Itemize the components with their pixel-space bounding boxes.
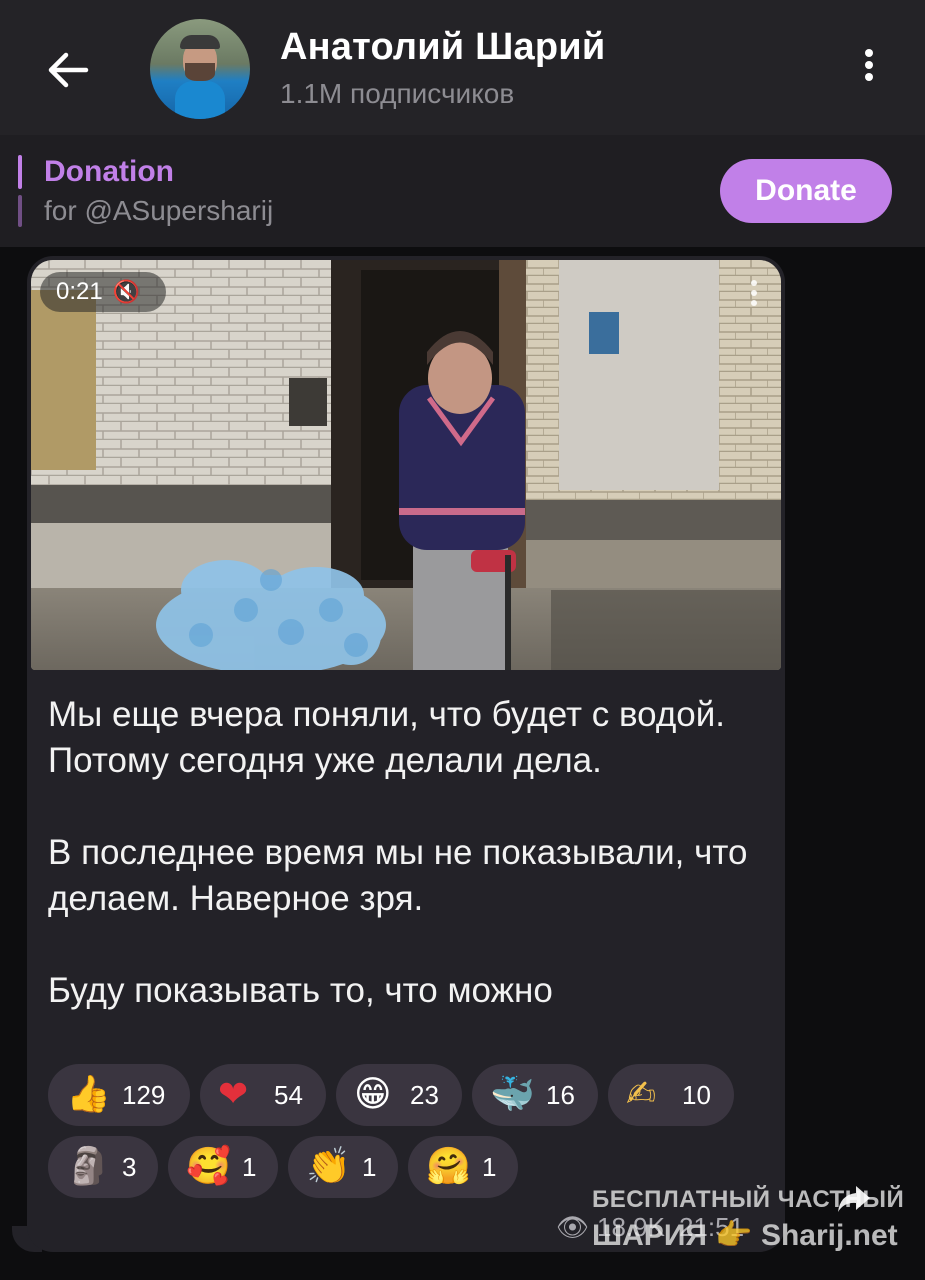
reaction-count: 3 [122, 1151, 137, 1182]
reaction-count: 16 [546, 1079, 575, 1110]
video-frame [31, 260, 781, 670]
reaction-hug[interactable]: 🤗 1 [408, 1136, 518, 1198]
reaction-count: 10 [682, 1079, 711, 1110]
eye-icon: 👁 [556, 1212, 590, 1243]
pinned-indicator-bar [18, 155, 22, 189]
video-duration-badge[interactable]: 0:21 🔇 [40, 272, 166, 312]
reaction-count: 1 [482, 1151, 497, 1182]
channel-avatar[interactable] [150, 19, 250, 119]
donate-button[interactable]: Donate [720, 159, 892, 223]
pinned-indicator-bar-secondary [18, 195, 22, 227]
reaction-clap[interactable]: 👏 1 [288, 1136, 398, 1198]
whale-icon: 🐳 [490, 1074, 535, 1115]
video-player[interactable] [31, 260, 781, 670]
reaction-smiling-hearts[interactable]: 🥰 1 [168, 1136, 278, 1198]
back-arrow-icon[interactable] [38, 40, 98, 100]
reaction-moai[interactable]: 🗿 3 [48, 1136, 158, 1198]
reaction-writing-hand[interactable]: ✍ 10 [608, 1064, 734, 1126]
pinned-message-bar[interactable]: Donation for @ASupersharij Donate [0, 135, 925, 247]
pinned-subtitle: for @ASupersharij [44, 195, 274, 226]
channel-title[interactable]: Анатолий Шарий [280, 26, 605, 69]
clapping-hands-icon: 👏 [306, 1146, 351, 1187]
thumbs-up-icon: 👍 [66, 1074, 111, 1115]
subscriber-count: 1.1M подписчиков [280, 78, 515, 109]
heart-icon: ❤ [218, 1074, 249, 1115]
reaction-grin[interactable]: 😁 23 [336, 1064, 462, 1126]
reaction-whale[interactable]: 🐳 16 [472, 1064, 598, 1126]
smiling-face-hearts-icon: 🥰 [186, 1146, 231, 1187]
writing-hand-icon: ✍ [626, 1074, 657, 1115]
reaction-count: 1 [362, 1151, 377, 1182]
avatar-beard [185, 63, 215, 81]
avatar-shirt [175, 81, 225, 119]
more-options-icon[interactable] [852, 45, 886, 95]
avatar-cap [180, 35, 220, 49]
reaction-thumbs-up[interactable]: 👍 129 [48, 1064, 190, 1126]
pinned-title: Donation [44, 155, 174, 188]
video-duration: 0:21 [56, 278, 103, 305]
reaction-count: 54 [274, 1079, 303, 1110]
message-text: Мы еще вчера поняли, что будет с водой. … [48, 695, 748, 1010]
reaction-count: 129 [122, 1079, 166, 1110]
share-icon[interactable] [834, 1178, 874, 1218]
reaction-count: 23 [410, 1079, 439, 1110]
watermark-line2: ШАРИЯ 👉 Sharij.net [592, 1219, 898, 1252]
video-options-icon[interactable] [740, 276, 768, 322]
hugging-face-icon: 🤗 [426, 1146, 471, 1187]
moai-icon: 🗿 [66, 1146, 111, 1187]
reaction-heart[interactable]: ❤ 54 [200, 1064, 326, 1126]
reaction-count: 1 [242, 1151, 257, 1182]
grinning-face-icon: 😁 [354, 1074, 392, 1115]
speaker-muted-icon[interactable]: 🔇 [113, 279, 140, 305]
